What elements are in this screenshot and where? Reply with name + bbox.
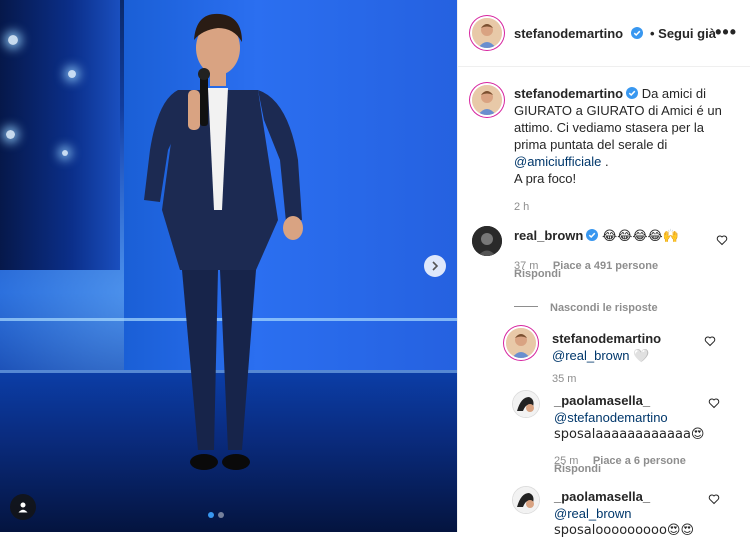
host-figure <box>144 13 303 470</box>
like-heart-icon[interactable] <box>708 397 720 409</box>
verified-badge-icon <box>586 229 599 241</box>
reply-username[interactable]: stefanodemartino <box>552 330 661 347</box>
avatar-image <box>506 328 536 358</box>
reply-text: sposalaaaaaaaaaaaa😍 <box>554 427 705 442</box>
stage-light <box>68 70 76 78</box>
chevron-right-icon <box>432 261 439 271</box>
reply-username[interactable]: _paolamasella_ <box>554 392 704 409</box>
comment-username[interactable]: real_brown <box>514 228 583 243</box>
stage-light <box>62 150 68 156</box>
header-user-row: stefanodemartino • Segui già <box>514 25 716 43</box>
reply-text: 🤍 <box>633 349 650 364</box>
carousel-indicator <box>208 512 224 518</box>
author-avatar[interactable] <box>472 18 502 48</box>
carousel-dot <box>218 512 224 518</box>
reply-author-avatar[interactable] <box>512 390 540 418</box>
reply-mention-link[interactable]: @stefanodemartino <box>554 409 704 426</box>
hide-replies-label: Nascondi le risposte <box>550 302 658 314</box>
stage-screen-left <box>0 0 120 270</box>
stage-light <box>8 35 18 45</box>
caption-mention-link[interactable]: @amiciufficiale <box>514 154 601 169</box>
comment-text: 😂😂😂😂🙌 <box>601 229 679 244</box>
hide-replies-toggle[interactable]: Nascondi le risposte <box>514 298 658 316</box>
reply-author-avatar[interactable] <box>506 328 536 358</box>
like-heart-icon[interactable] <box>716 234 728 246</box>
reply-body: _paolamasella_ @stefanodemartino sposala… <box>554 392 704 443</box>
avatar-image <box>513 391 539 417</box>
user-icon <box>18 502 28 513</box>
avatar-image <box>472 18 502 48</box>
reply-time: 35 m <box>552 373 577 385</box>
reply-text: sposalooooooooo😍😍 <box>554 523 695 538</box>
tagged-user-button[interactable] <box>10 494 36 520</box>
verified-badge-icon <box>626 87 639 99</box>
avatar-image <box>513 487 539 513</box>
post-caption: stefanodemartino Da amici di GIURATO a G… <box>514 85 739 216</box>
like-heart-icon[interactable] <box>708 493 720 505</box>
comment-likes[interactable]: Piace a 491 persone <box>553 260 658 272</box>
caption-timestamp: 2 h <box>514 201 530 213</box>
post-image[interactable] <box>0 0 457 532</box>
caption-line: @amiciufficiale . <box>514 153 739 170</box>
reply-body: stefanodemartino @real_brown 🤍 <box>552 330 661 365</box>
reply-body: _paolamasella_ @real_brown sposalooooooo… <box>554 488 694 539</box>
comment-reply-button[interactable]: Rispondi <box>514 268 561 280</box>
caption-author-avatar[interactable] <box>472 85 502 115</box>
avatar-image <box>472 85 502 115</box>
post-side-panel: stefanodemartino • Segui già ••• stefano… <box>457 0 750 538</box>
post-header: stefanodemartino • Segui già ••• <box>458 0 750 67</box>
reply-mention-link[interactable]: @real_brown <box>552 348 630 363</box>
avatar-image <box>472 226 502 256</box>
reply-likes[interactable]: Piace a 6 persone <box>593 455 686 467</box>
reply-mention-link[interactable]: @real_brown <box>554 505 694 522</box>
stage-light <box>6 130 15 139</box>
next-image-button[interactable] <box>424 255 446 277</box>
like-heart-icon[interactable] <box>704 335 716 347</box>
verified-badge-icon <box>630 27 643 39</box>
more-options-icon[interactable]: ••• <box>715 22 737 43</box>
caption-text: GIURATO a GIURATO di Amici é un <box>514 103 722 118</box>
caption-text: . <box>605 154 609 169</box>
caption-text: Da amici di <box>641 86 706 101</box>
reply-author-avatar[interactable] <box>512 486 540 514</box>
reply-reply-button[interactable]: Rispondi <box>554 463 601 475</box>
divider-line <box>514 306 538 308</box>
reply-username[interactable]: _paolamasella_ <box>554 488 694 505</box>
following-button[interactable]: • Segui già <box>650 26 716 41</box>
caption-text: A pra foco! <box>514 171 577 186</box>
commenter-avatar[interactable] <box>472 226 502 256</box>
caption-line: stefanodemartino Da amici di <box>514 85 739 102</box>
carousel-dot <box>208 512 214 518</box>
author-username[interactable]: stefanodemartino <box>514 26 623 41</box>
caption-text: attimo. Ci vediamo stasera per la <box>514 120 705 135</box>
caption-username[interactable]: stefanodemartino <box>514 86 623 101</box>
caption-text: prima puntata del serale di <box>514 137 668 152</box>
instagram-post-view: stefanodemartino • Segui già ••• stefano… <box>0 0 750 538</box>
comment-body: real_brown 😂😂😂😂🙌 <box>514 228 679 244</box>
